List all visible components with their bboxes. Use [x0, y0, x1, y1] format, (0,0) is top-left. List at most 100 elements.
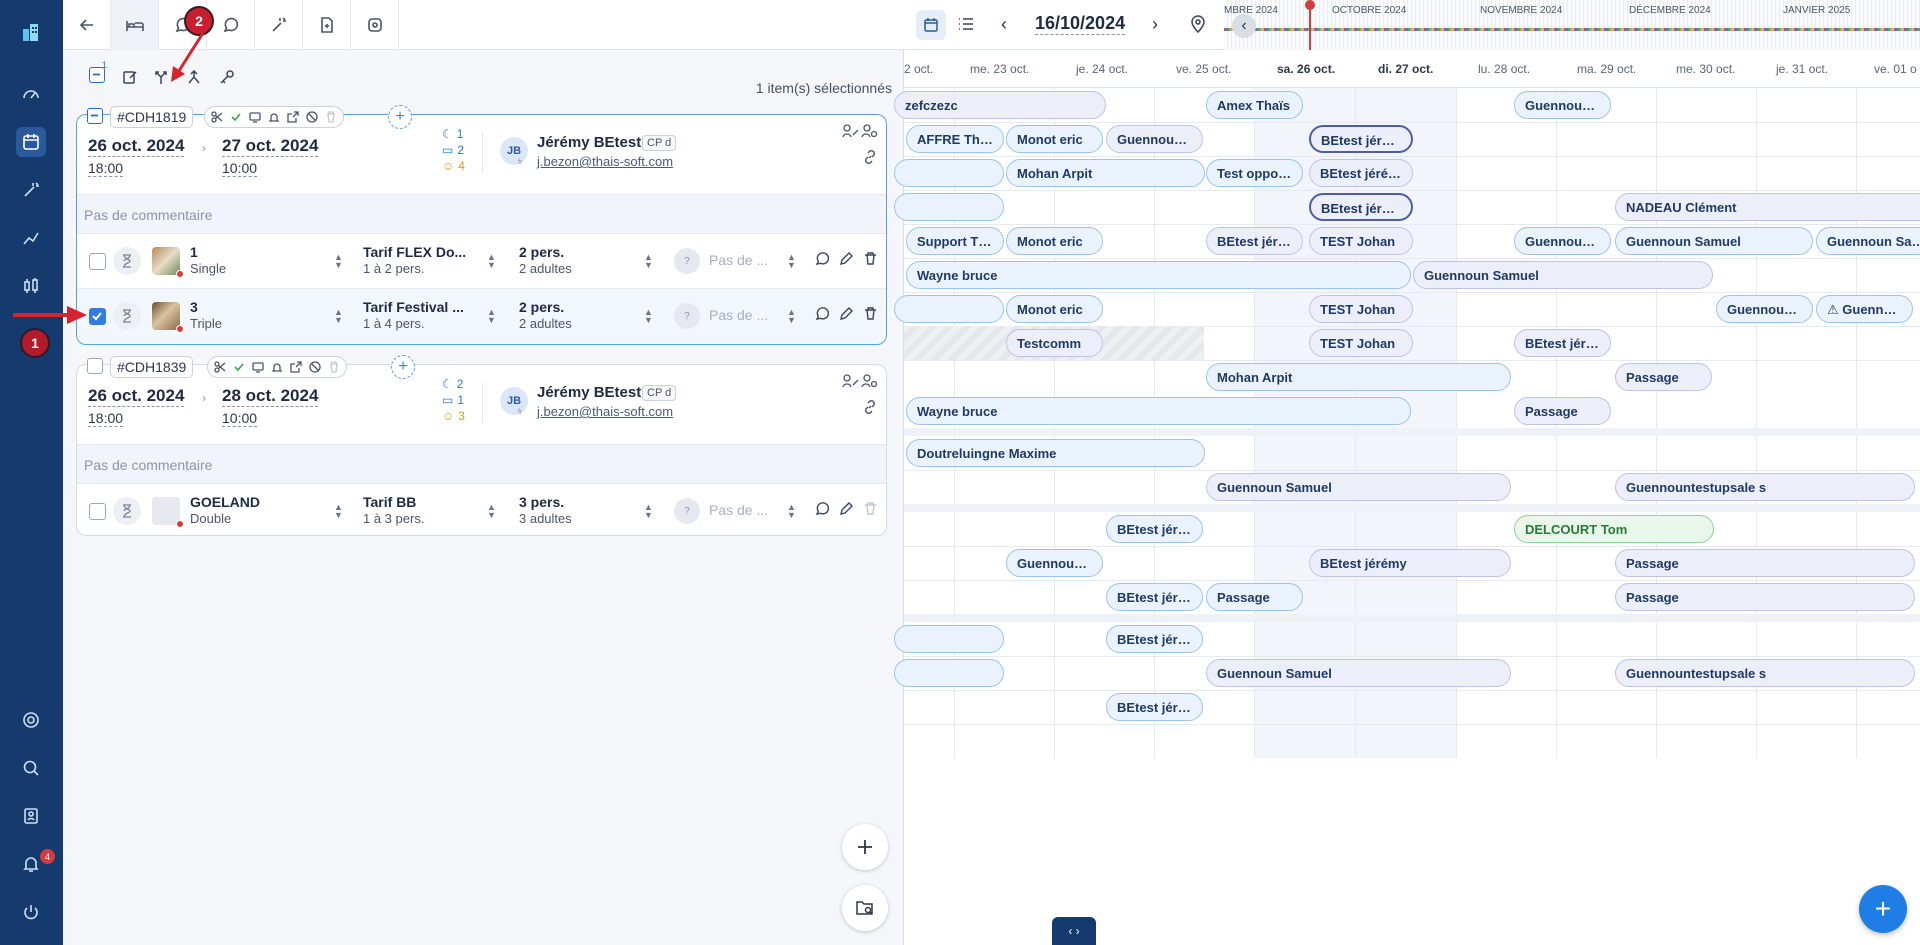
link-icon[interactable] [862, 399, 878, 415]
screen-icon[interactable] [249, 111, 261, 123]
guest-select-arrows[interactable]: ▲ ▼ [787, 253, 796, 270]
booking-select-checkbox[interactable] [87, 108, 103, 124]
current-date[interactable]: 16/10/2024 [1035, 13, 1126, 35]
reservation-bar[interactable]: BEtest jérémy [1309, 159, 1413, 187]
guest-email[interactable]: j.bezon@thais-soft.com [537, 154, 673, 169]
external-link-icon[interactable] [287, 111, 299, 123]
pencil-icon[interactable] [839, 251, 854, 266]
reservation-bar[interactable]: Monot eric [1006, 227, 1103, 255]
reservation-bar[interactable]: Monot eric [1006, 125, 1103, 153]
reservation-bar[interactable]: BEtest jéré... [1106, 583, 1203, 611]
reservation-bar[interactable]: Guennoun Samu [1816, 227, 1920, 255]
reservation-bar[interactable]: Guennoun Samuel [1615, 227, 1813, 255]
power-icon[interactable] [16, 897, 46, 927]
reservation-bar[interactable]: Guennountestupsale s [1615, 659, 1915, 687]
merge-icon[interactable] [183, 66, 205, 88]
reservation-bar[interactable]: zefczezc [894, 91, 1106, 119]
room-select-arrows[interactable]: ▲ ▼ [334, 308, 343, 325]
guest-edit-icon[interactable] [842, 123, 860, 139]
room-select-arrows[interactable]: ▲ ▼ [334, 503, 343, 520]
reservation-bar[interactable]: Guennoun ... [1514, 91, 1611, 119]
booking-card[interactable]: #CDH1839 + 26 oct. 2024 18:00 › 28 oct. … [76, 355, 887, 539]
pencil-icon[interactable] [839, 306, 854, 321]
reservation-bar[interactable]: Wayne bruce [906, 397, 1411, 425]
prev-date-icon[interactable]: ‹ [1001, 14, 1007, 35]
reservation-bar[interactable]: BEtest jérémy [1309, 193, 1413, 221]
reservation-bar[interactable]: Guennoun Samuel [1413, 261, 1713, 289]
room-checkbox[interactable] [89, 308, 106, 325]
bell-small-icon[interactable] [271, 361, 283, 373]
booking-id[interactable]: #CDH1839 [110, 356, 194, 378]
reservation-bar[interactable]: BEtest jéré... [1106, 625, 1203, 653]
sliders-icon[interactable] [16, 271, 46, 301]
timeline-overview[interactable]: MBRE 2024 OCTOBRE 2024 NOVEMBRE 2024 DÉC… [1224, 0, 1920, 50]
tab-document[interactable] [303, 0, 351, 50]
start-date[interactable]: 26 oct. 2024 [88, 136, 185, 157]
reservation-bar[interactable]: Guennoun ... [1716, 295, 1813, 323]
guest-search-icon[interactable] [861, 373, 879, 389]
reservation-bar[interactable]: Monot eric [1006, 295, 1103, 323]
panel-toggle-button[interactable]: ‹ › [1052, 917, 1096, 945]
rate-select-arrows[interactable]: ▲ ▼ [487, 308, 496, 325]
key-icon[interactable] [216, 66, 238, 88]
end-time[interactable]: 10:00 [222, 410, 258, 427]
pencil-icon[interactable] [839, 501, 854, 516]
app-logo-icon[interactable] [16, 17, 46, 47]
planning-grid[interactable]: zefczezc Amex Thaïs Guennoun ... AFFRE T… [894, 88, 1920, 758]
chart-icon[interactable] [16, 223, 46, 253]
external-link-icon[interactable] [290, 361, 302, 373]
folder-search-button[interactable] [842, 885, 888, 931]
start-time[interactable]: 18:00 [88, 410, 124, 427]
guest-placeholder[interactable]: Pas de ... [709, 502, 768, 518]
reservation-bar[interactable]: Passage [1206, 583, 1303, 611]
rate-select-arrows[interactable]: ▲ ▼ [487, 253, 496, 270]
reservation-bar[interactable]: ⚠ Guenno... [1816, 295, 1913, 323]
reservation-bar[interactable]: DELCOURT Tom [1514, 515, 1714, 543]
reservation-bar[interactable]: Passage [1615, 549, 1915, 577]
end-time[interactable]: 10:00 [222, 160, 258, 177]
reservation-bar[interactable] [894, 659, 1004, 687]
trash-icon[interactable] [863, 306, 878, 321]
rate-name[interactable]: Tarif Festival ... [363, 299, 464, 315]
booking-id[interactable]: #CDH1819 [110, 106, 194, 128]
tab-dice[interactable] [351, 0, 399, 50]
add-booking-button[interactable] [842, 824, 888, 870]
guest-search-icon[interactable] [861, 123, 879, 139]
reservation-bar[interactable]: Test opposi... [1206, 159, 1303, 187]
guest-placeholder[interactable]: Pas de ... [709, 307, 768, 323]
reservation-bar[interactable]: Mohan Arpit [1206, 363, 1511, 391]
reservation-bar[interactable]: Support Th... [906, 227, 1004, 255]
timeline-prev-icon[interactable]: ‹ [1232, 14, 1256, 38]
calendar-view-button[interactable] [916, 10, 946, 40]
reservation-bar[interactable]: Guennoun Samuel [1206, 473, 1511, 501]
start-date[interactable]: 26 oct. 2024 [88, 386, 185, 407]
calendar-icon[interactable] [16, 127, 46, 157]
booking-comment[interactable]: Pas de commentaire [77, 194, 886, 234]
guest-name[interactable]: Jérémy BEtest [537, 134, 641, 151]
booking-card[interactable]: #CDH1819 + 26 oct. 2024 18:00 › 27 oct. … [76, 105, 887, 345]
next-date-icon[interactable]: › [1152, 14, 1158, 35]
persons-label[interactable]: 2 pers. [519, 244, 564, 260]
comment-icon[interactable] [815, 306, 830, 321]
guest-name[interactable]: Jérémy BEtest [537, 384, 641, 401]
room-checkbox[interactable] [89, 503, 106, 520]
reservation-bar[interactable]: Passage [1615, 363, 1712, 391]
persons-select-arrows[interactable]: ▲ ▼ [644, 308, 653, 325]
reservation-bar[interactable]: TEST Johan [1309, 295, 1413, 323]
rate-name[interactable]: Tarif BB [363, 494, 416, 510]
cancel-icon[interactable] [306, 111, 318, 123]
guest-edit-icon[interactable] [842, 373, 860, 389]
tab-magic[interactable] [255, 0, 303, 50]
reservation-bar[interactable]: Guennoun Samuel [1206, 659, 1511, 687]
room-line[interactable]: GOELAND Double ▲ ▼ Tarif BB 1 à 3 pers. ▲… [77, 484, 886, 539]
check-icon[interactable] [233, 361, 245, 373]
scissors-icon[interactable] [214, 361, 226, 373]
reservation-bar[interactable]: BEtest jéré... [1106, 515, 1203, 543]
reservation-bar[interactable]: BEtest jéré... [1106, 693, 1203, 721]
reservation-bar[interactable]: BEtest jéré... [1206, 227, 1303, 255]
bell-small-icon[interactable] [268, 111, 280, 123]
reservation-bar[interactable]: BEtest jérémy [1309, 549, 1511, 577]
room-line[interactable]: 1 Single ▲ ▼ Tarif FLEX Do... 1 à 2 pers.… [77, 234, 886, 289]
booking-select-checkbox[interactable] [87, 358, 103, 374]
search-icon[interactable] [16, 753, 46, 783]
